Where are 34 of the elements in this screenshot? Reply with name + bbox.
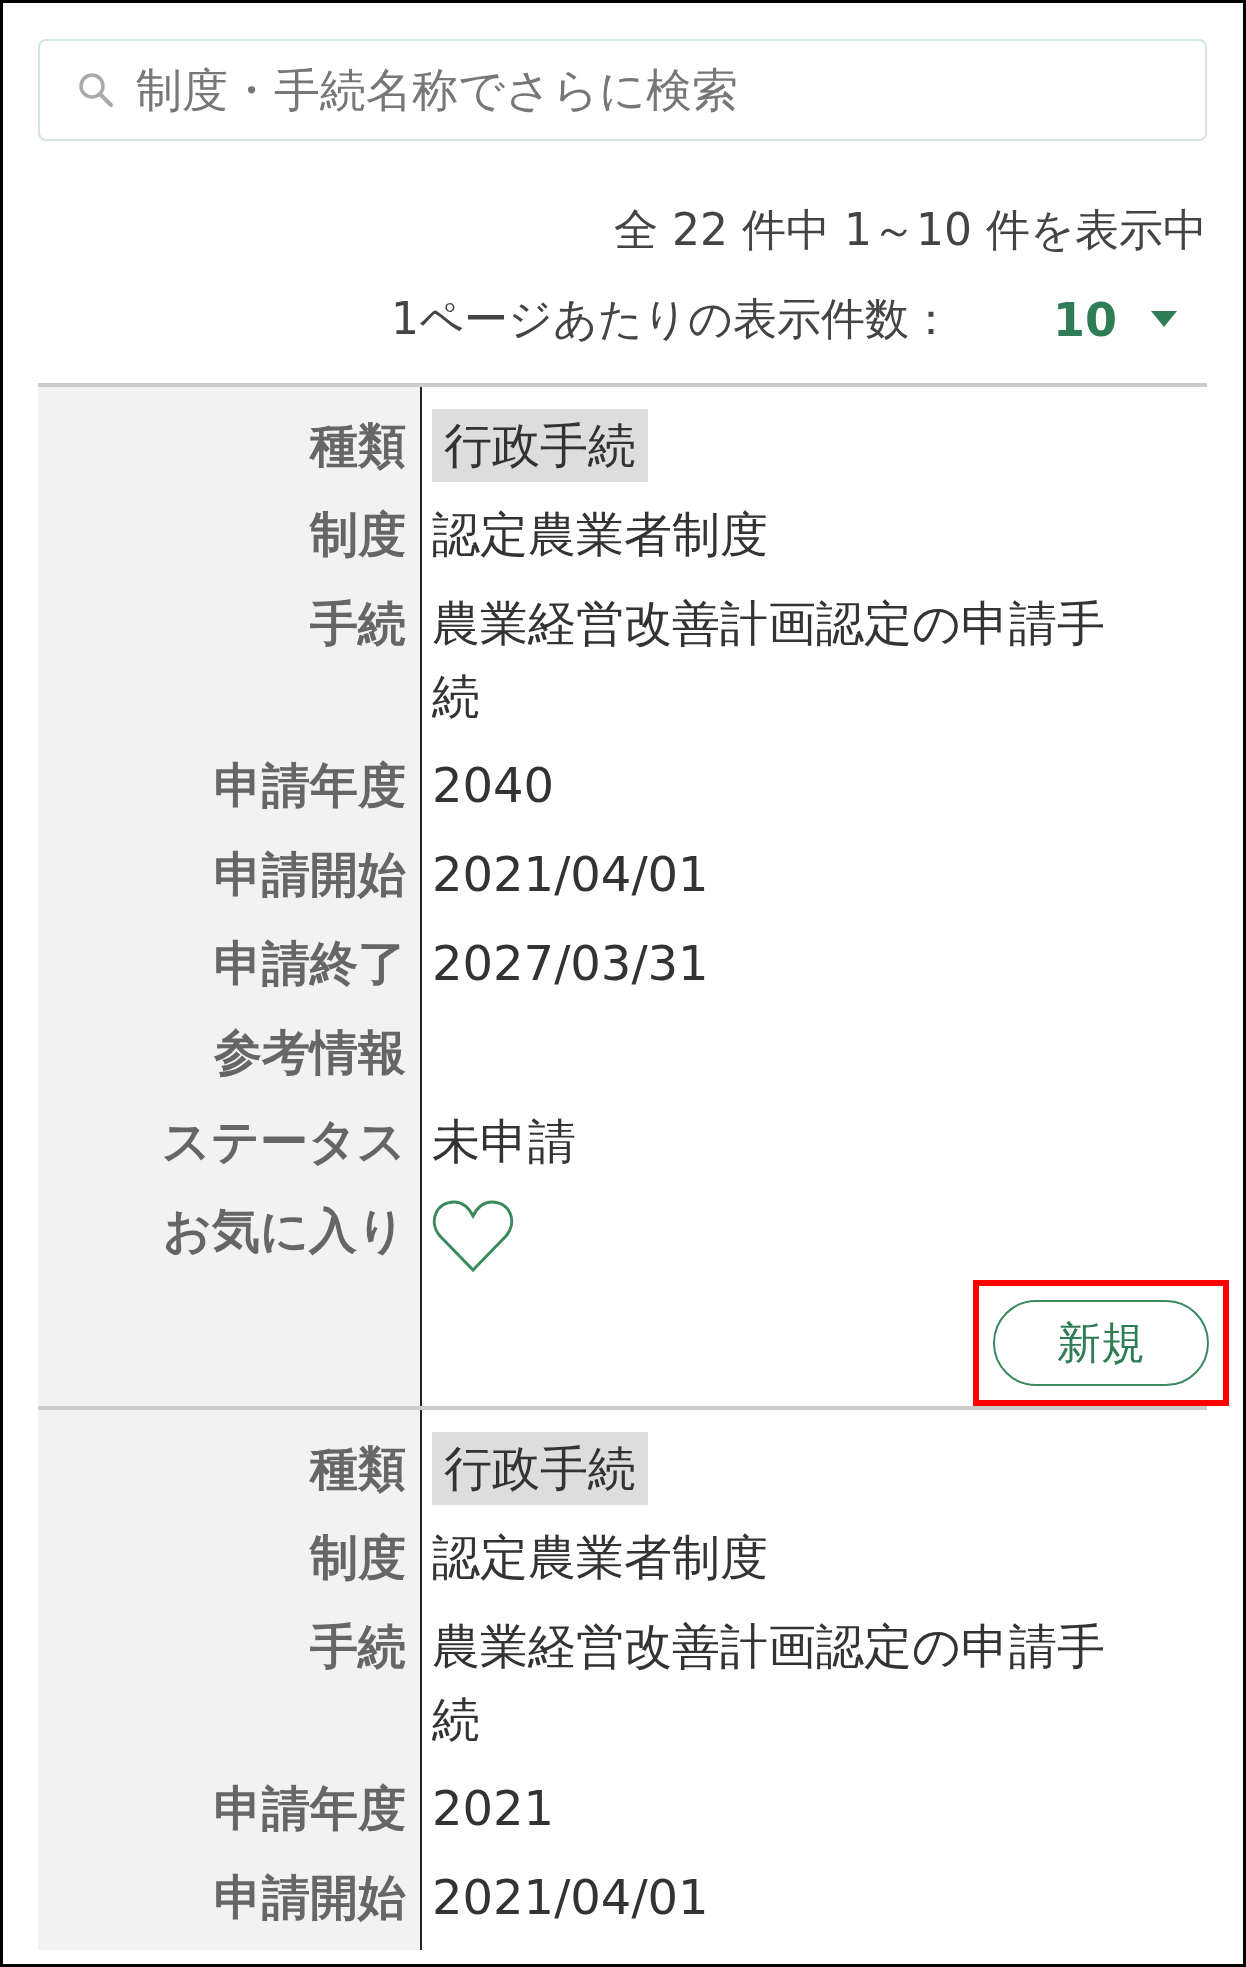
field-label: 種類 [308, 416, 407, 475]
field-value: 農業経営改善計画認定の申請手続 [432, 1618, 1105, 1747]
search-field[interactable]: 制度・手続名称でさらに検索 [38, 39, 1207, 141]
field-value: 2021/04/01 [432, 1869, 709, 1925]
type-tag: 行政手続 [432, 1432, 648, 1505]
field-value: 2021 [432, 1780, 555, 1836]
per-page-label: 1ページあたりの表示件数： [391, 292, 953, 346]
search-icon [76, 70, 116, 110]
field-label: 制度 [308, 1528, 407, 1587]
field-label: 種類 [308, 1439, 407, 1498]
field-value: 2027/03/31 [432, 935, 709, 991]
per-page-dropdown[interactable]: 10 [1053, 292, 1177, 347]
field-value: 認定農業者制度 [432, 506, 768, 562]
field-value: 2021/04/01 [432, 846, 709, 902]
field-label: 申請年度 [213, 1779, 407, 1838]
type-tag: 行政手続 [432, 409, 648, 482]
field-label: 手続 [309, 594, 407, 653]
field-value: 農業経営改善計画認定の申請手続 [432, 595, 1105, 724]
field-value: 認定農業者制度 [432, 1529, 768, 1585]
field-label: 申請開始 [213, 1868, 407, 1927]
field-label: 参考情報 [213, 1023, 407, 1082]
new-button[interactable]: 新規 [993, 1300, 1209, 1386]
heart-icon[interactable] [432, 1198, 514, 1274]
field-label: 申請年度 [213, 756, 407, 815]
field-label: 制度 [308, 505, 407, 564]
field-label: ステータス [161, 1112, 407, 1171]
field-label: 申請終了 [213, 934, 407, 993]
field-label: 申請開始 [213, 845, 407, 904]
result-count: 全 22 件中 1～10 件を表示中 [613, 203, 1207, 257]
field-value: 未申請 [432, 1113, 576, 1169]
caret-icon [1151, 310, 1177, 329]
field-value: 2040 [432, 757, 555, 813]
field-label: 手続 [309, 1617, 407, 1676]
field-label: お気に入り [162, 1201, 407, 1260]
